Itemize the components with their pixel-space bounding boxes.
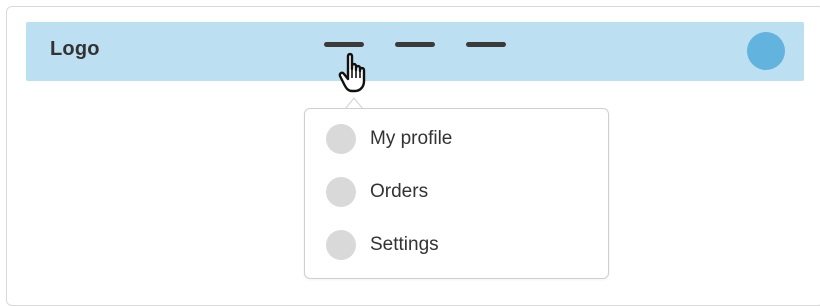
circle-placeholder-icon [326, 230, 356, 260]
nav-item-1[interactable] [324, 42, 364, 47]
menu-item-my-profile[interactable]: My profile [305, 119, 608, 159]
nav-item-3[interactable] [466, 42, 506, 47]
circle-placeholder-icon [326, 177, 356, 207]
menu-item-settings[interactable]: Settings [305, 225, 608, 265]
avatar[interactable] [747, 32, 785, 70]
menu-item-label: Settings [370, 234, 439, 255]
menu-item-label: My profile [370, 128, 453, 149]
top-navbar: Logo [26, 22, 804, 81]
hand-pointer-cursor-icon [338, 52, 366, 93]
logo[interactable]: Logo [50, 38, 100, 61]
dropdown-menu: My profile Orders Settings [304, 108, 609, 279]
nav-item-2[interactable] [395, 42, 435, 47]
menu-item-label: Orders [370, 181, 429, 202]
menu-item-orders[interactable]: Orders [305, 172, 608, 212]
circle-placeholder-icon [326, 124, 356, 154]
